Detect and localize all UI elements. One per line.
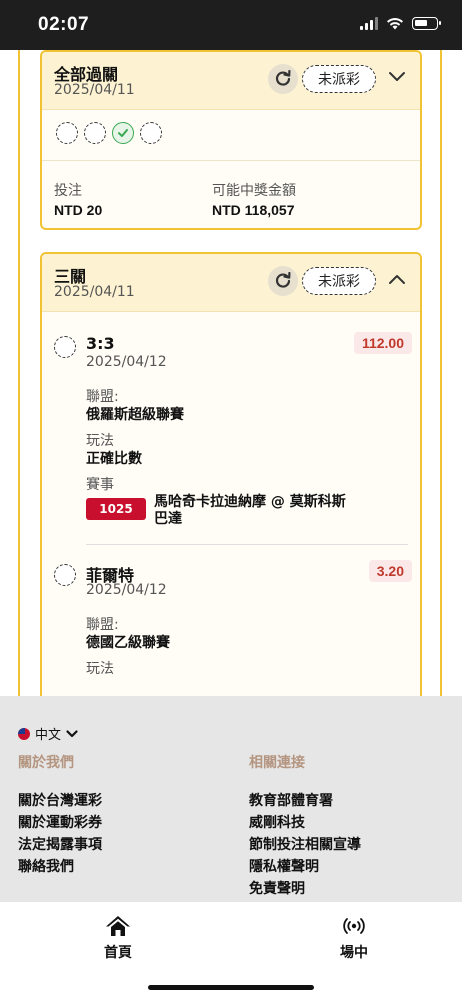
bet-leg: 3:3 2025/04/12 112.00 聯盟: 俄羅斯超級聯賽 玩法 正確比… <box>42 326 420 546</box>
leg-status-indicators <box>56 122 162 144</box>
footer-link[interactable]: 教育部體育署 <box>249 792 361 811</box>
site-footer: 中文 關於我們 關於台灣運彩 關於運動彩券 法定揭露事項 聯絡我們 相關連接 教… <box>0 696 462 902</box>
tab-label: 場中 <box>340 945 368 961</box>
language-label: 中文 <box>35 728 62 743</box>
footer-link[interactable]: 免責聲明 <box>249 880 361 899</box>
match-number-badge: 1025 <box>86 498 146 520</box>
status-time: 02:07 <box>38 14 90 35</box>
about-heading: 關於我們 <box>18 755 74 771</box>
footer-link[interactable]: 隱私權聲明 <box>249 858 361 877</box>
footer-link[interactable]: 關於運動彩券 <box>18 814 102 833</box>
live-broadcast-icon <box>343 918 365 934</box>
league-value: 俄羅斯超級聯賽 <box>86 407 184 423</box>
pending-leg-icon <box>84 122 106 144</box>
status-badge: 未派彩 <box>302 65 376 93</box>
won-leg-check-icon <box>112 122 134 144</box>
market-label: 玩法 <box>86 433 114 449</box>
stake-label: 投注 <box>54 183 82 199</box>
refresh-icon <box>275 272 291 288</box>
bet-card-header[interactable]: 全部過關 2025/04/11 未派彩 <box>42 52 420 110</box>
wifi-icon <box>387 18 403 30</box>
related-links: 教育部體育署 威剛科技 節制投注相關宣導 隱私權聲明 免責聲明 <box>249 792 361 899</box>
refresh-icon <box>275 70 291 86</box>
chevron-down-icon <box>66 729 78 737</box>
pending-leg-icon <box>140 122 162 144</box>
related-links-heading: 相關連接 <box>249 755 305 771</box>
bet-card-three-legs: 三關 2025/04/11 未派彩 3:3 2025/04/12 112.00 … <box>40 252 422 696</box>
tab-live[interactable]: 場中 <box>340 914 368 962</box>
bet-history-list[interactable]: 全部過關 2025/04/11 未派彩 投注 NTD 20 可能中獎金額 NTD… <box>0 50 462 696</box>
footer-link[interactable]: 威剛科技 <box>249 814 361 833</box>
tab-label: 首頁 <box>104 945 132 961</box>
bet-card-parlay-all: 全部過關 2025/04/11 未派彩 投注 NTD 20 可能中獎金額 NTD… <box>40 50 422 230</box>
pending-leg-icon <box>56 122 78 144</box>
payout-label: 可能中獎金額 <box>212 183 296 199</box>
signal-icon <box>360 17 378 30</box>
refresh-button[interactable] <box>268 266 298 296</box>
battery-icon <box>412 17 441 30</box>
about-links: 關於台灣運彩 關於運動彩券 法定揭露事項 聯絡我們 <box>18 792 102 877</box>
league-label: 聯盟: <box>86 389 119 405</box>
market-value: 正確比數 <box>86 451 142 467</box>
match-name: 馬哈奇卡拉迪納摩 @ 莫斯科斯巴達 <box>154 494 346 527</box>
bet-date: 2025/04/11 <box>54 82 135 98</box>
status-bar: 02:07 <box>0 0 462 50</box>
payout-value: NTD 118,057 <box>212 202 295 218</box>
flag-icon <box>18 727 30 740</box>
divider <box>42 160 420 161</box>
event-label: 賽事 <box>86 477 114 493</box>
bet-date: 2025/04/11 <box>54 284 135 300</box>
divider <box>86 544 408 545</box>
footer-link[interactable]: 關於台灣運彩 <box>18 792 102 811</box>
refresh-button[interactable] <box>268 64 298 94</box>
home-indicator[interactable] <box>148 985 314 990</box>
pending-leg-icon <box>54 336 76 358</box>
leg-date: 2025/04/12 <box>86 354 167 370</box>
odds-badge: 3.20 <box>368 560 412 582</box>
chevron-up-icon[interactable] <box>388 272 406 286</box>
pending-leg-icon <box>54 564 76 586</box>
footer-link[interactable]: 聯絡我們 <box>18 858 102 877</box>
league-value: 德國乙級聯賽 <box>86 635 170 651</box>
leg-date: 2025/04/12 <box>86 582 167 598</box>
stake-value: NTD 20 <box>54 202 103 218</box>
league-label: 聯盟: <box>86 617 119 633</box>
footer-link[interactable]: 節制投注相關宣導 <box>249 836 361 855</box>
home-icon <box>106 916 130 936</box>
status-badge: 未派彩 <box>302 267 376 295</box>
odds-badge: 112.00 <box>353 332 412 354</box>
footer-link[interactable]: 法定揭露事項 <box>18 836 102 855</box>
language-selector[interactable]: 中文 <box>18 724 78 743</box>
bet-leg: 菲爾特 2025/04/12 3.20 聯盟: 德國乙級聯賽 玩法 <box>42 554 420 696</box>
market-label: 玩法 <box>86 661 114 677</box>
bottom-tab-bar: 首頁 場中 <box>0 902 462 1000</box>
chevron-down-icon[interactable] <box>388 70 406 84</box>
status-icons <box>360 17 441 30</box>
tab-home[interactable]: 首頁 <box>104 914 132 962</box>
bet-card-header[interactable]: 三關 2025/04/11 未派彩 <box>42 254 420 312</box>
leg-selection: 3:3 <box>86 334 115 353</box>
